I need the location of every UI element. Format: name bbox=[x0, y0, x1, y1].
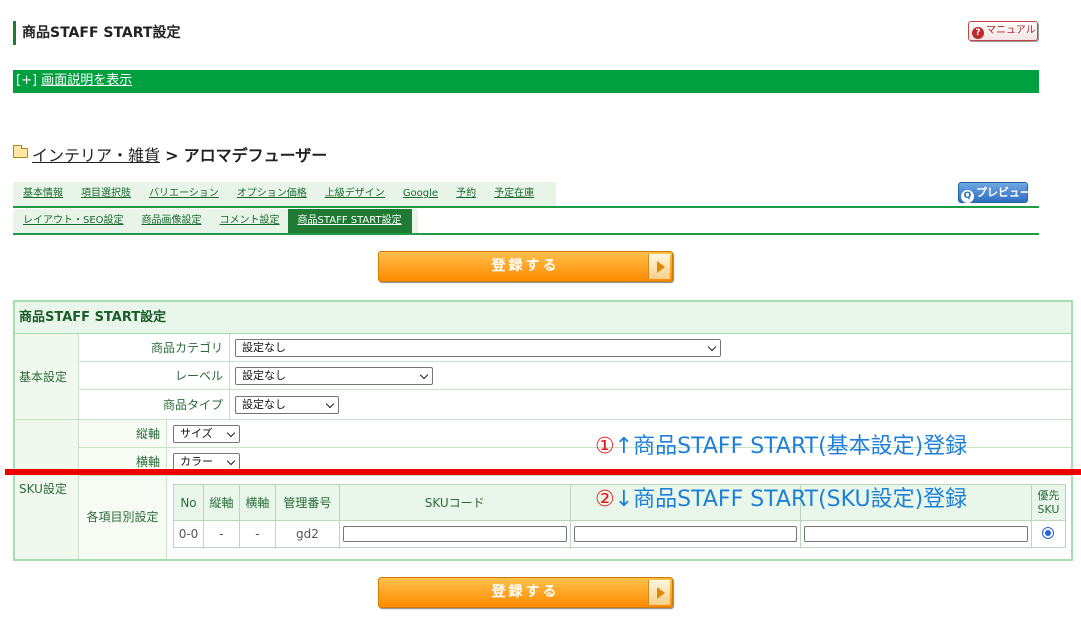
vertical-axis-label: 縦軸 bbox=[79, 420, 167, 448]
col-vertical: 縦軸 bbox=[202, 484, 240, 521]
cell-horizontal: - bbox=[238, 520, 276, 548]
tab-basic-info[interactable]: 基本情報 bbox=[23, 182, 63, 206]
register-button-top[interactable]: 登録する bbox=[378, 251, 673, 282]
category-label: 商品カテゴリ bbox=[79, 334, 230, 362]
page-title: 商品STAFF START設定 bbox=[13, 21, 180, 45]
breadcrumb: インテリア・雑貨 > アロマデフューザー bbox=[13, 145, 327, 167]
category-select[interactable]: 設定なし bbox=[235, 339, 721, 357]
col-no: No bbox=[173, 484, 204, 521]
table-row: 0-0 - - gd2 bbox=[173, 520, 1067, 548]
tab-divider bbox=[13, 233, 1039, 235]
tab-variations[interactable]: バリエーション bbox=[149, 182, 219, 206]
tab-advanced-design[interactable]: 上級デザイン bbox=[325, 182, 385, 206]
show-description-link[interactable]: 画面説明を表示 bbox=[41, 73, 132, 88]
cell-field-3 bbox=[800, 520, 1032, 548]
sku-code-input[interactable] bbox=[342, 526, 567, 542]
register-button-bottom[interactable]: 登録する bbox=[378, 577, 673, 608]
cell-vertical: - bbox=[202, 520, 240, 548]
preview-label: プレビュー bbox=[976, 186, 1031, 199]
tab-google[interactable]: Google bbox=[403, 182, 438, 206]
register-label: 登録する bbox=[491, 584, 560, 600]
annotation-top: ①↑商品STAFF START(基本設定)登録 bbox=[595, 434, 968, 459]
sku-settings-label: SKU設定 bbox=[15, 420, 79, 559]
tab-divider bbox=[13, 206, 1039, 208]
cell-management-no: gd2 bbox=[274, 520, 340, 548]
cell-no: 0-0 bbox=[173, 520, 204, 548]
tab-staff-start[interactable]: 商品STAFF START設定 bbox=[287, 209, 412, 233]
tab-bar-primary: 基本情報 項目選択肢 バリエーション オプション価格 上級デザイン Google 予約 予定在… bbox=[13, 182, 556, 206]
folder-icon bbox=[13, 145, 28, 158]
product-type-label: 商品タイプ bbox=[79, 390, 230, 420]
desc-toggle-prefix: [+] bbox=[16, 73, 38, 88]
priority-sku-radio[interactable] bbox=[1042, 526, 1055, 539]
arrow-right-icon bbox=[648, 254, 670, 279]
arrow-right-icon bbox=[648, 580, 670, 605]
help-icon: ? bbox=[972, 27, 984, 39]
breadcrumb-parent-link[interactable]: インテリア・雑貨 bbox=[32, 146, 160, 165]
field-2-input[interactable] bbox=[573, 526, 798, 542]
label-label: レーベル bbox=[79, 362, 230, 390]
field-3-input[interactable] bbox=[804, 526, 1028, 542]
tab-planned-stock[interactable]: 予定在庫 bbox=[494, 182, 534, 206]
cell-priority bbox=[1030, 520, 1067, 548]
col-sku-code: SKUコード bbox=[338, 484, 571, 521]
col-management-no: 管理番号 bbox=[274, 484, 340, 521]
register-label: 登録する bbox=[491, 258, 560, 274]
col-horizontal: 横軸 bbox=[238, 484, 276, 521]
tab-comments[interactable]: コメント設定 bbox=[220, 209, 280, 233]
vertical-axis-select[interactable]: サイズ bbox=[173, 425, 240, 443]
col-priority-sku: 優先SKU bbox=[1030, 484, 1067, 521]
magnifier-icon: Q bbox=[961, 190, 974, 203]
item-settings-label: 各項目別設定 bbox=[79, 476, 167, 559]
annotation-bottom: ②↓商品STAFF START(SKU設定)登録 bbox=[595, 487, 968, 512]
manual-button[interactable]: ? マニュアル bbox=[968, 21, 1038, 41]
tab-item-options[interactable]: 項目選択肢 bbox=[81, 182, 131, 206]
tab-option-price[interactable]: オプション価格 bbox=[237, 182, 307, 206]
tab-layout-seo[interactable]: レイアウト・SEO設定 bbox=[23, 209, 124, 233]
cell-sku-code bbox=[338, 520, 571, 548]
tab-bar-secondary: レイアウト・SEO設定 商品画像設定 コメント設定 商品STAFF START設定 bbox=[13, 209, 1039, 233]
screen-description-bar: [+] 画面説明を表示 bbox=[13, 70, 1039, 93]
breadcrumb-separator: > bbox=[165, 146, 179, 165]
cell-field-2 bbox=[569, 520, 802, 548]
product-type-select[interactable]: 設定なし bbox=[235, 396, 339, 414]
tab-reservation[interactable]: 予約 bbox=[456, 182, 476, 206]
breadcrumb-current: アロマデフューザー bbox=[183, 146, 328, 165]
manual-label: マニュアル bbox=[986, 25, 1036, 36]
panel-title: 商品STAFF START設定 bbox=[15, 302, 1071, 334]
label-select[interactable]: 設定なし bbox=[235, 367, 433, 385]
tab-product-images[interactable]: 商品画像設定 bbox=[142, 209, 202, 233]
basic-settings-label: 基本設定 bbox=[15, 334, 79, 420]
preview-button[interactable]: Q プレビュー bbox=[958, 182, 1031, 203]
annotation-divider-line bbox=[5, 469, 1081, 475]
